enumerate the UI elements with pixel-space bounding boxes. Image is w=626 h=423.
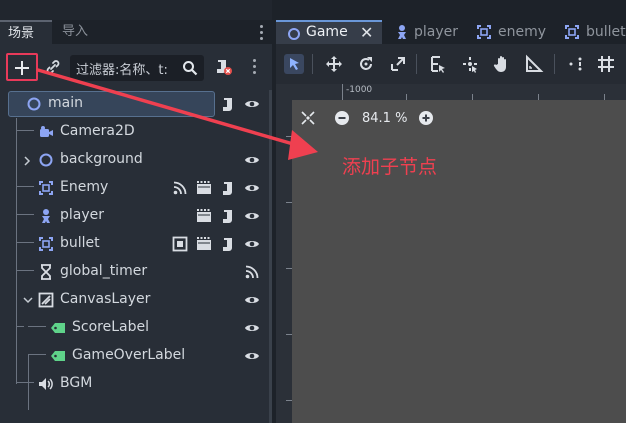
annotation-arrow <box>36 68 318 160</box>
godot-editor: 场景 导入 过滤器:名称、t: main Camera2D background… <box>0 0 626 423</box>
